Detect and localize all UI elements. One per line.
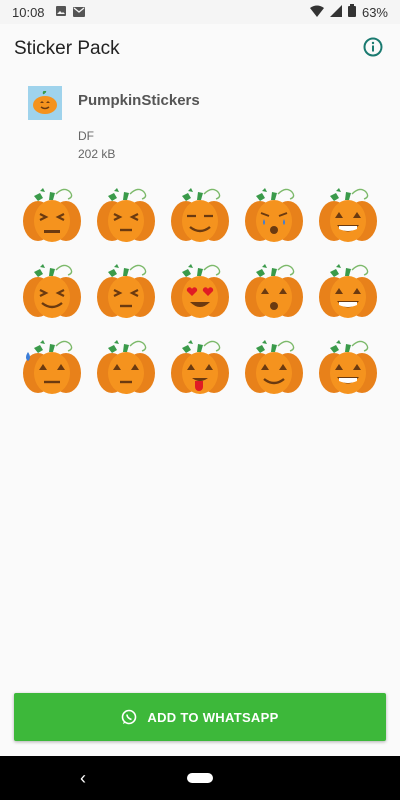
battery-percent: 63% [361, 4, 388, 20]
sticker-grin-wink[interactable] [316, 262, 380, 322]
status-bar: 10:08 63% [0, 0, 400, 24]
sticker-neutral[interactable] [94, 338, 158, 398]
page-title: Sticker Pack [14, 38, 120, 59]
status-time: 10:08 [12, 4, 45, 20]
pack-header: PumpkinStickers DF 202 kB [28, 86, 200, 161]
whatsapp-icon [121, 709, 137, 725]
pack-size: 202 kB [78, 147, 116, 161]
battery-icon [347, 4, 356, 20]
app-bar: Sticker Pack [0, 24, 400, 74]
navigation-bar: ‹ [0, 756, 400, 800]
sticker-crying[interactable] [242, 186, 306, 246]
wifi-icon [309, 5, 324, 20]
sticker-grid [20, 186, 380, 398]
pack-publisher: DF [78, 129, 94, 143]
sticker-grin[interactable] [316, 338, 380, 398]
sticker-squint-smile[interactable] [20, 262, 84, 322]
add-button-label: ADD TO WHATSAPP [147, 709, 279, 725]
back-icon[interactable]: ‹ [80, 768, 86, 789]
sticker-squint-flat[interactable] [94, 262, 158, 322]
signal-icon [329, 4, 342, 20]
sticker-smile[interactable] [242, 338, 306, 398]
add-to-whatsapp-button[interactable]: ADD TO WHATSAPP [14, 693, 386, 741]
info-button[interactable] [360, 36, 386, 62]
tray-icon [28, 86, 62, 120]
sticker-shocked[interactable] [242, 262, 306, 322]
sticker-squint-flat[interactable] [94, 186, 158, 246]
sticker-tongue-out[interactable] [168, 338, 232, 398]
image-icon [55, 5, 67, 20]
sticker-squint-angry[interactable] [20, 186, 84, 246]
mail-icon [72, 5, 85, 20]
sticker-grin-teeth[interactable] [316, 186, 380, 246]
sticker-smile-closed[interactable] [168, 186, 232, 246]
sticker-sweat-drop[interactable] [20, 338, 84, 398]
info-icon [363, 37, 383, 62]
pack-name: PumpkinStickers [78, 92, 200, 109]
home-button[interactable] [187, 773, 213, 783]
sticker-heart-eyes[interactable] [168, 262, 232, 322]
